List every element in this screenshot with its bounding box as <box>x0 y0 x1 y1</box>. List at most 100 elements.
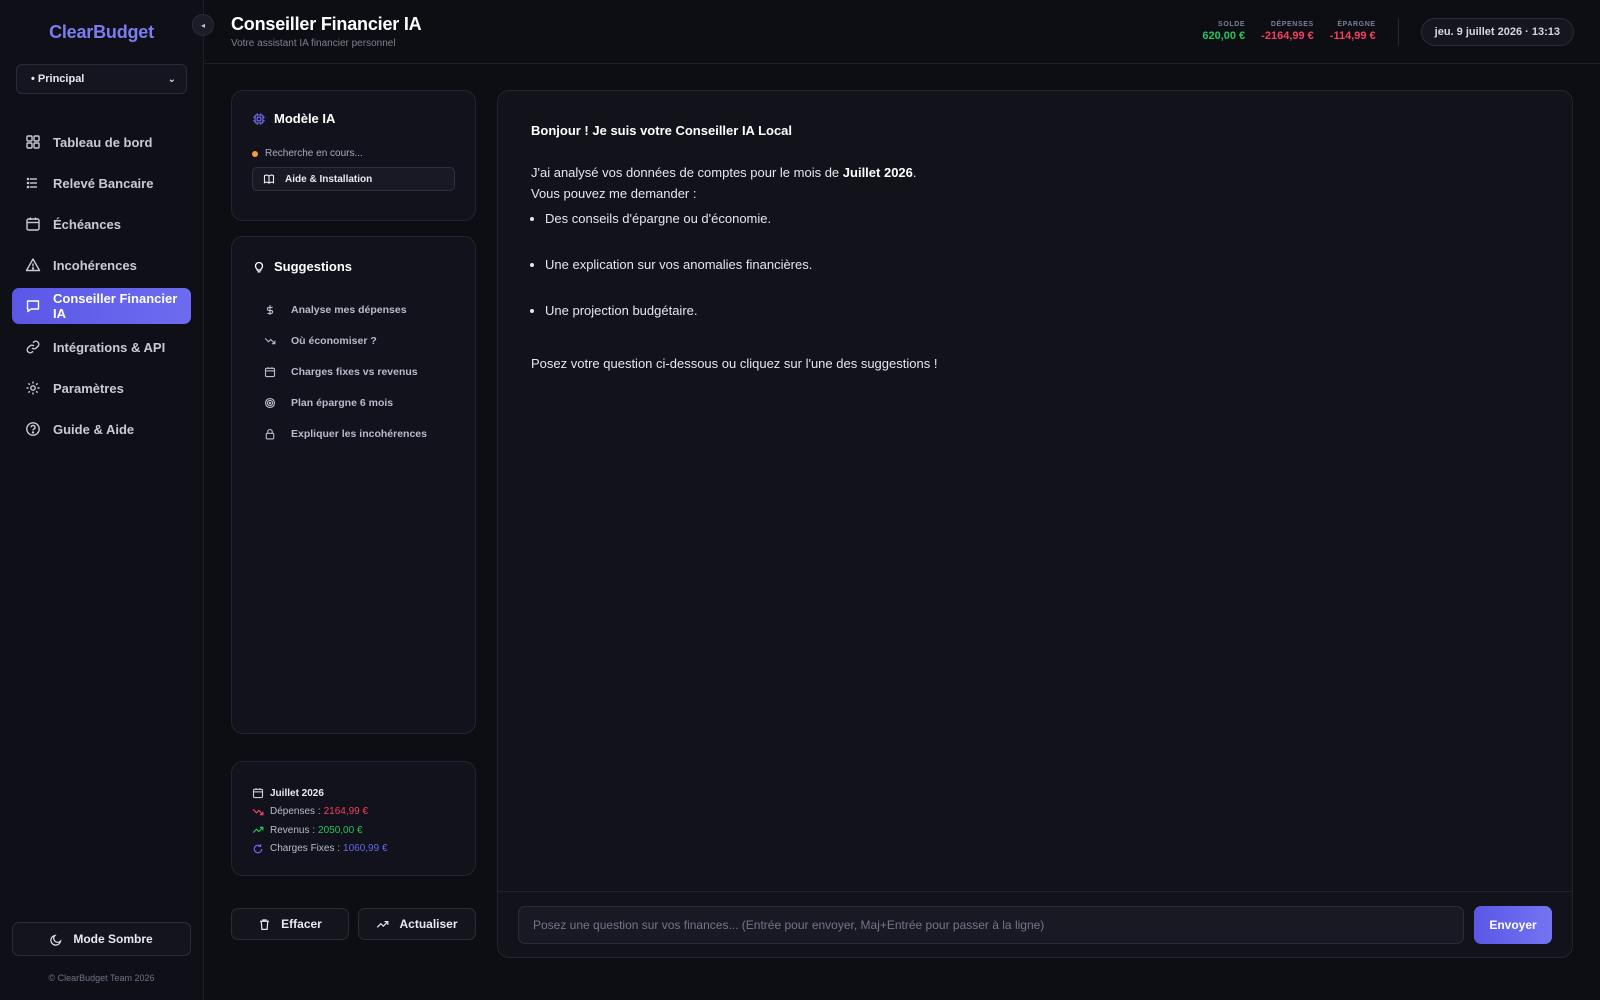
stat-label: DÉPENSES <box>1270 21 1314 28</box>
stat-value: -2164,99 € <box>1261 30 1314 42</box>
chat-input[interactable] <box>518 905 1464 944</box>
sidebar-item-dashboard[interactable]: Tableau de bord <box>12 124 191 160</box>
dark-mode-button[interactable]: Mode Sombre <box>12 922 191 956</box>
page-title: Conseiller Financier IA <box>231 14 422 34</box>
target-icon <box>264 397 276 409</box>
warning-icon <box>25 258 41 272</box>
cpu-icon <box>253 112 265 125</box>
main-area: Conseiller Financier IA Votre assistant … <box>204 0 1600 1000</box>
suggestion-analyze-expenses[interactable]: Analyse mes dépenses <box>252 304 455 316</box>
copyright: © ClearBudget Team 2026 <box>48 973 155 983</box>
help-circle-icon <box>26 422 40 436</box>
model-status: Recherche en cours... <box>252 148 455 159</box>
header-stats: SOLDE 620,00 € DÉPENSES -2164,99 € ÉPARG… <box>1202 17 1574 46</box>
sidebar-item-ai-advisor[interactable]: Conseiller Financier IA <box>12 288 191 324</box>
help-install-button[interactable]: Aide & Installation <box>252 167 455 191</box>
stat-savings: ÉPARGNE -114,99 € <box>1330 21 1376 42</box>
chat-panel: Bonjour ! Je suis votre Conseiller IA Lo… <box>497 90 1573 958</box>
assistant-closing: Posez votre question ci-dessous ou cliqu… <box>531 356 938 371</box>
trash-icon <box>260 918 270 930</box>
clear-label: Effacer <box>281 917 322 931</box>
stat-label: ÉPARGNE <box>1337 21 1376 28</box>
collapse-sidebar-button[interactable]: ◂ <box>192 14 214 36</box>
chat-icon <box>26 300 40 313</box>
trend-down-icon <box>264 337 276 345</box>
ai-model-card: Modèle IA Recherche en cours... Aide & I… <box>231 90 476 221</box>
book-icon <box>263 174 275 184</box>
chevron-down-icon: ⌄ <box>167 73 176 85</box>
month-row-expenses: Dépenses : 2164,99 € <box>252 803 455 822</box>
assistant-ask-line: Vous pouvez me demander : <box>531 186 697 201</box>
suggestion-label: Expliquer les incohérences <box>291 428 427 440</box>
stat-value: 620,00 € <box>1202 30 1246 42</box>
dollar-icon <box>266 305 274 315</box>
suggestion-where-save[interactable]: Où économiser ? <box>252 335 455 347</box>
refresh-label: Actualiser <box>399 917 458 931</box>
divider <box>1397 17 1399 46</box>
dark-mode-label: Mode Sombre <box>73 932 153 946</box>
content: Modèle IA Recherche en cours... Aide & I… <box>204 64 1600 1000</box>
gear-icon <box>26 381 40 395</box>
suggestion-explain-inconsistencies[interactable]: Expliquer les incohérences <box>252 428 455 440</box>
suggestion-label: Plan épargne 6 mois <box>291 397 394 409</box>
refresh-button[interactable]: Actualiser <box>358 908 476 940</box>
month-summary-card: Juillet 2026 Dépenses : 2164,99 € Revenu… <box>231 761 476 876</box>
fixed-label: Charges Fixes : <box>270 843 341 855</box>
chat-messages: Bonjour ! Je suis votre Conseiller IA Lo… <box>498 91 1572 891</box>
income-value: 2050,00 € <box>318 824 363 836</box>
month-label: Juillet 2026 <box>270 787 324 799</box>
sidebar-item-label: Incohérences <box>53 257 137 273</box>
model-status-text: Recherche en cours... <box>265 148 363 159</box>
topbar: Conseiller Financier IA Votre assistant … <box>204 0 1600 64</box>
sidebar-item-bank-statement[interactable]: Relevé Bancaire <box>12 165 191 201</box>
expenses-label: Dépenses : <box>270 806 321 818</box>
assistant-bullets: Des conseils d'épargne ou d'économie. Un… <box>531 208 1539 321</box>
grid-icon <box>26 135 40 149</box>
suggestions-card: Suggestions Analyse mes dépenses Où écon… <box>231 236 476 734</box>
sidebar-item-settings[interactable]: Paramètres <box>12 370 191 406</box>
sidebar-nav: Tableau de bord Relevé Bancaire Échéance… <box>0 124 203 447</box>
card-title: Modèle IA <box>252 111 455 126</box>
link-icon <box>26 340 40 354</box>
sidebar-item-integrations[interactable]: Intégrations & API <box>12 329 191 365</box>
sidebar-item-label: Relevé Bancaire <box>53 175 154 191</box>
trend-down-icon <box>252 808 264 815</box>
trend-up-icon <box>252 827 264 834</box>
brand-logo[interactable]: ClearBudget <box>0 0 203 64</box>
intro-month: Juillet 2026 <box>842 165 913 180</box>
suggestion-label: Analyse mes dépenses <box>291 304 407 316</box>
bullet-item: Une projection budgétaire. <box>545 300 1539 321</box>
stat-balance: SOLDE 620,00 € <box>1202 21 1245 42</box>
stat-value: -114,99 € <box>1329 30 1376 42</box>
clear-button[interactable]: Effacer <box>231 908 349 940</box>
account-select-value: • Principal <box>31 73 85 85</box>
income-label: Revenus : <box>270 824 316 836</box>
suggestion-label: Charges fixes vs revenus <box>291 366 418 378</box>
datetime-badge: jeu. 9 juillet 2026 · 13:13 <box>1420 17 1574 46</box>
sidebar-item-due-dates[interactable]: Échéances <box>12 206 191 242</box>
lightbulb-icon <box>254 261 264 272</box>
suggestion-savings-plan[interactable]: Plan épargne 6 mois <box>252 397 455 409</box>
intro-end: . <box>912 165 917 180</box>
send-button[interactable]: Envoyer <box>1474 905 1552 944</box>
fixed-value: 1060,99 € <box>343 843 388 855</box>
assistant-greeting: Bonjour ! Je suis votre Conseiller IA Lo… <box>531 123 793 138</box>
sidebar-item-guide[interactable]: Guide & Aide <box>12 411 191 447</box>
list-icon <box>26 177 37 189</box>
sidebar-item-label: Tableau de bord <box>53 134 153 150</box>
month-row-title: Juillet 2026 <box>252 784 455 803</box>
calendar-icon <box>252 788 264 799</box>
ai-model-title: Modèle IA <box>274 111 336 126</box>
suggestion-fixed-vs-income[interactable]: Charges fixes vs revenus <box>252 366 455 378</box>
sidebar-item-inconsistencies[interactable]: Incohérences <box>12 247 191 283</box>
sidebar-item-label: Paramètres <box>53 380 124 396</box>
sidebar-footer: Mode Sombre © ClearBudget Team 2026 <box>0 922 203 1000</box>
chat-actions: Effacer Actualiser <box>231 908 476 940</box>
sidebar-item-label: Guide & Aide <box>53 421 135 437</box>
bullet-item: Des conseils d'épargne ou d'économie. <box>545 208 1539 229</box>
sidebar-item-label: Échéances <box>53 216 121 232</box>
bullet-item: Une explication sur vos anomalies financ… <box>545 254 1539 275</box>
account-select[interactable]: • Principal ⌄ <box>16 64 187 94</box>
sidebar-item-label: Intégrations & API <box>53 339 166 355</box>
app-root: ClearBudget ◂ • Principal ⌄ Tableau de b… <box>0 0 1600 1000</box>
